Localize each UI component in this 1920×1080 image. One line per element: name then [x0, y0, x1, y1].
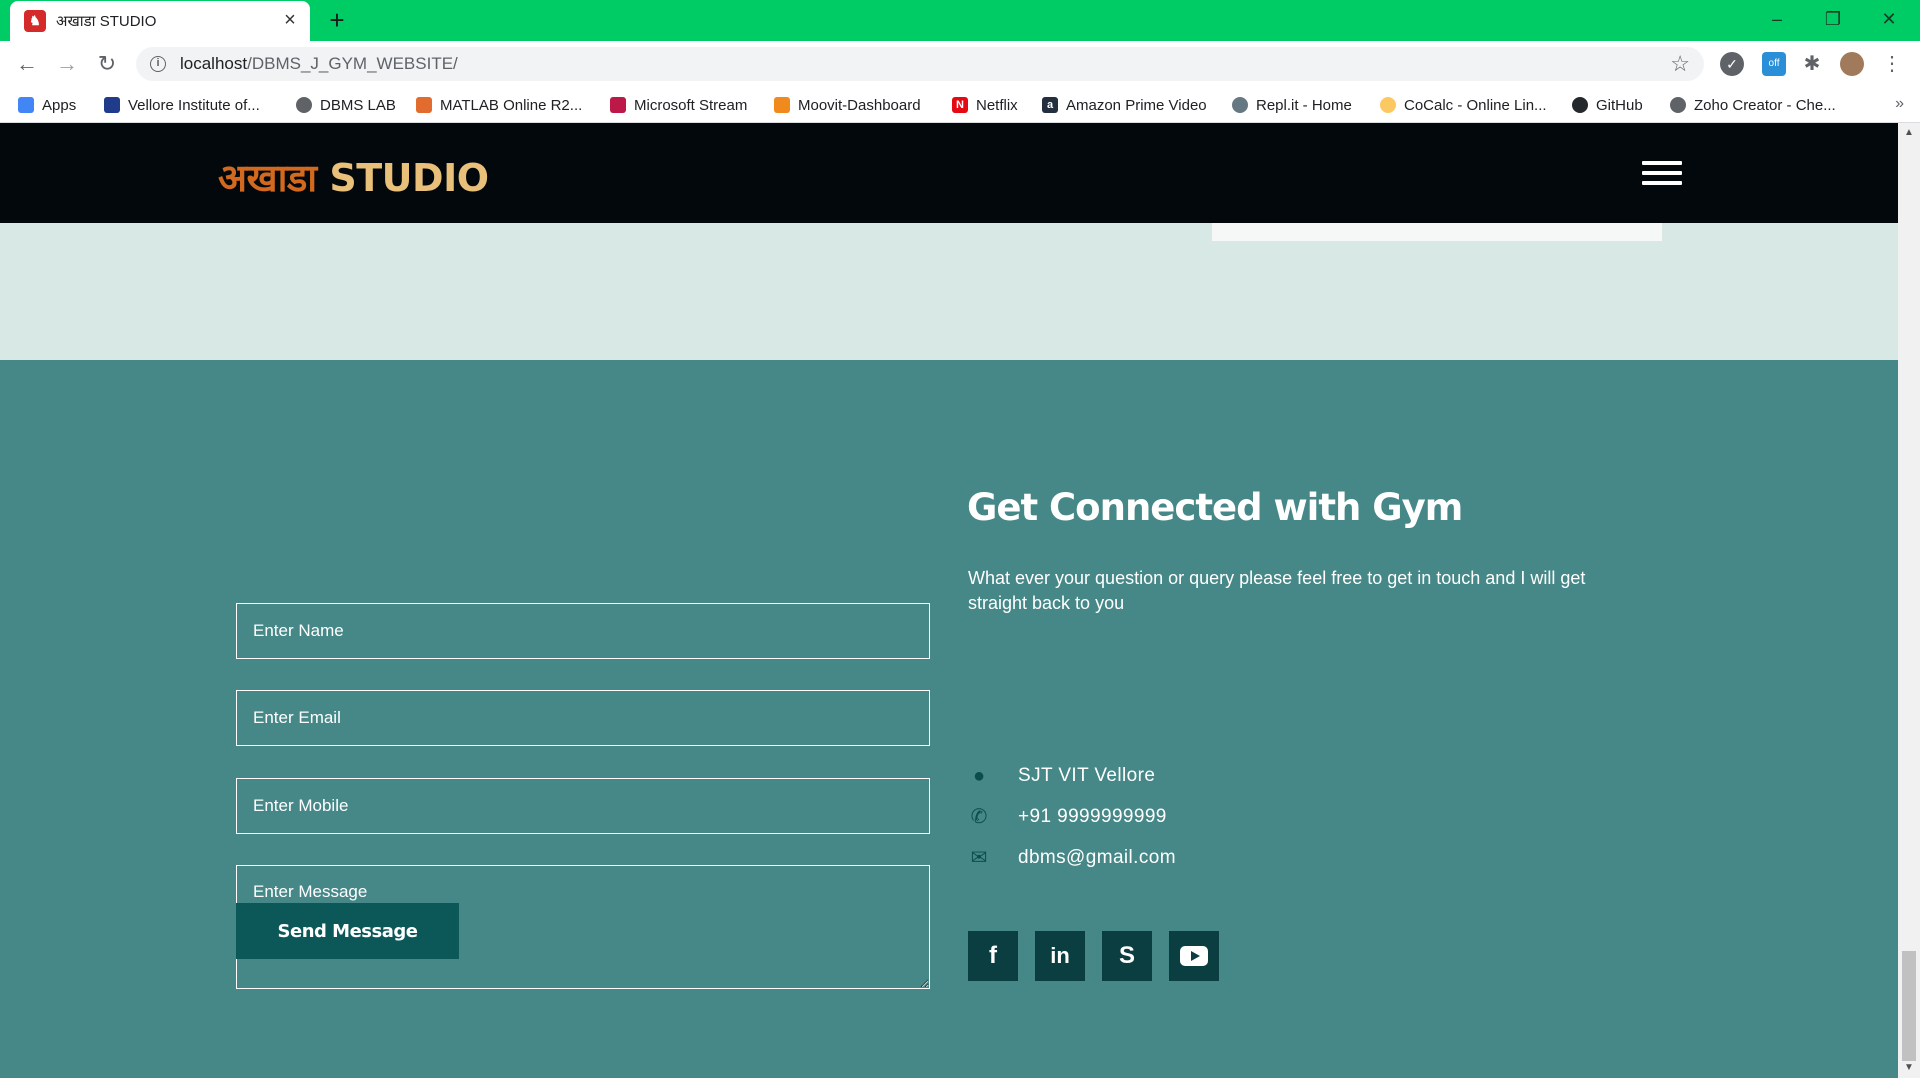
- bookmark-moovit[interactable]: Moovit-Dashboard: [774, 87, 921, 123]
- page-scrollbar[interactable]: ▲ ▼: [1898, 123, 1920, 1078]
- contact-section: Send Message Get Connected with Gym What…: [0, 360, 1898, 1078]
- vit-icon: [104, 97, 120, 113]
- url-path: /DBMS_J_GYM_WEBSITE/: [247, 54, 458, 73]
- card-bottom-edge: [1212, 223, 1662, 241]
- browser-titlebar: ♞ अखाडा STUDIO × + – ❐ ✕: [0, 0, 1920, 41]
- bookmark-cocalc[interactable]: CoCalc - Online Lin...: [1380, 87, 1547, 123]
- bookmark-star-icon[interactable]: ☆: [1670, 51, 1690, 77]
- address-text: SJT VIT Vellore: [1018, 765, 1156, 786]
- tab-title: अखाडा STUDIO: [56, 13, 157, 30]
- skype-icon[interactable]: S: [1102, 931, 1152, 981]
- bookmark-label: Moovit-Dashboard: [798, 96, 921, 114]
- url-text: localhost/DBMS_J_GYM_WEBSITE/: [180, 54, 458, 74]
- back-button[interactable]: ←: [12, 49, 42, 79]
- email-row: ✉ dbms@gmail.com: [968, 843, 1176, 873]
- profile-avatar[interactable]: [1840, 52, 1864, 76]
- bookmark-dbms-lab[interactable]: DBMS LAB: [296, 87, 396, 123]
- phone-text: +91 9999999999: [1018, 806, 1167, 827]
- envelope-icon: ✉: [970, 847, 988, 869]
- more-bookmarks-icon[interactable]: »: [1895, 95, 1904, 113]
- bookmark-vit[interactable]: Vellore Institute of...: [104, 87, 260, 123]
- bookmarks-bar: Apps Vellore Institute of... DBMS LAB MA…: [0, 87, 1920, 123]
- bookmark-label: Vellore Institute of...: [128, 96, 260, 114]
- phone-icon: ✆: [970, 806, 988, 828]
- new-tab-button[interactable]: +: [324, 7, 350, 34]
- cocalc-icon: [1380, 97, 1396, 113]
- extension-off-icon[interactable]: off: [1762, 52, 1786, 76]
- bookmark-replit[interactable]: Repl.it - Home: [1232, 87, 1352, 123]
- bookmark-netflix[interactable]: N Netflix: [952, 87, 1018, 123]
- bookmark-label: Apps: [42, 96, 77, 114]
- reload-button[interactable]: ↻: [92, 49, 122, 79]
- logo-hindi: अखाडा: [218, 156, 317, 200]
- address-row: ● SJT VIT Vellore: [968, 761, 1155, 791]
- restore-button[interactable]: ❐: [1810, 4, 1856, 34]
- contact-title: Get Connected with Gym: [967, 486, 1463, 529]
- matlab-icon: [416, 97, 432, 113]
- mobile-input[interactable]: [236, 778, 930, 834]
- map-marker-icon: ●: [972, 765, 986, 787]
- linkedin-icon[interactable]: in: [1035, 931, 1085, 981]
- bookmark-github[interactable]: GitHub: [1572, 87, 1643, 123]
- address-bar[interactable]: i localhost/DBMS_J_GYM_WEBSITE/ ☆: [136, 47, 1704, 81]
- name-input[interactable]: [236, 603, 930, 659]
- forward-button[interactable]: →: [52, 49, 82, 79]
- scroll-down-arrow-icon[interactable]: ▼: [1903, 1062, 1915, 1074]
- phone-row: ✆ +91 9999999999: [968, 802, 1167, 832]
- bookmark-label: Microsoft Stream: [634, 96, 748, 114]
- bookmark-label: MATLAB Online R2...: [440, 96, 583, 114]
- close-window-button[interactable]: ✕: [1866, 4, 1912, 34]
- youtube-icon[interactable]: [1169, 931, 1219, 981]
- hamburger-menu-icon[interactable]: [1642, 161, 1682, 185]
- logo-english: STUDIO: [329, 156, 489, 200]
- extension-icon[interactable]: ✓: [1720, 52, 1744, 76]
- send-message-button[interactable]: Send Message: [236, 903, 459, 959]
- facebook-icon[interactable]: f: [968, 931, 1018, 981]
- email-input[interactable]: [236, 690, 930, 746]
- globe-icon: [1670, 97, 1686, 113]
- stream-icon: [610, 97, 626, 113]
- browser-menu-icon[interactable]: ⋮: [1880, 52, 1904, 76]
- bookmark-label: Repl.it - Home: [1256, 96, 1352, 114]
- browser-tab[interactable]: ♞ अखाडा STUDIO ×: [10, 1, 310, 41]
- amazon-icon: a: [1042, 97, 1058, 113]
- site-header: अखाडा STUDIO: [0, 123, 1898, 223]
- bookmark-label: Zoho Creator - Che...: [1694, 96, 1836, 114]
- page-viewport: अखाडा STUDIO Send Message Get Connected …: [0, 123, 1898, 1078]
- globe-icon: [296, 97, 312, 113]
- bookmark-microsoft-stream[interactable]: Microsoft Stream: [610, 87, 747, 123]
- gym-favicon-icon: ♞: [24, 10, 46, 32]
- netflix-icon: N: [952, 97, 968, 113]
- minimize-button[interactable]: –: [1754, 4, 1800, 34]
- scroll-thumb[interactable]: [1902, 951, 1916, 1061]
- bookmark-matlab[interactable]: MATLAB Online R2...: [416, 87, 582, 123]
- browser-toolbar: ← → ↻ i localhost/DBMS_J_GYM_WEBSITE/ ☆ …: [0, 41, 1920, 87]
- bookmark-zoho[interactable]: Zoho Creator - Che...: [1670, 87, 1836, 123]
- site-logo[interactable]: अखाडा STUDIO: [218, 151, 489, 203]
- site-info-icon[interactable]: i: [150, 56, 166, 72]
- replit-icon: [1232, 97, 1248, 113]
- bookmark-label: CoCalc - Online Lin...: [1404, 96, 1547, 114]
- bookmark-apps[interactable]: Apps: [18, 87, 76, 123]
- bookmark-amazon-prime[interactable]: a Amazon Prime Video: [1042, 87, 1207, 123]
- apps-grid-icon: [18, 97, 34, 113]
- bookmark-label: GitHub: [1596, 96, 1643, 114]
- bookmark-label: DBMS LAB: [320, 96, 396, 114]
- scroll-up-arrow-icon[interactable]: ▲: [1903, 127, 1915, 139]
- github-icon: [1572, 97, 1588, 113]
- bookmark-label: Amazon Prime Video: [1066, 96, 1207, 114]
- close-tab-icon[interactable]: ×: [280, 10, 300, 31]
- moovit-icon: [774, 97, 790, 113]
- extensions-puzzle-icon[interactable]: ✱: [1800, 52, 1824, 76]
- bookmark-label: Netflix: [976, 96, 1018, 114]
- email-text: dbms@gmail.com: [1018, 847, 1176, 868]
- url-host: localhost: [180, 54, 248, 73]
- contact-description: What ever your question or query please …: [968, 568, 1586, 613]
